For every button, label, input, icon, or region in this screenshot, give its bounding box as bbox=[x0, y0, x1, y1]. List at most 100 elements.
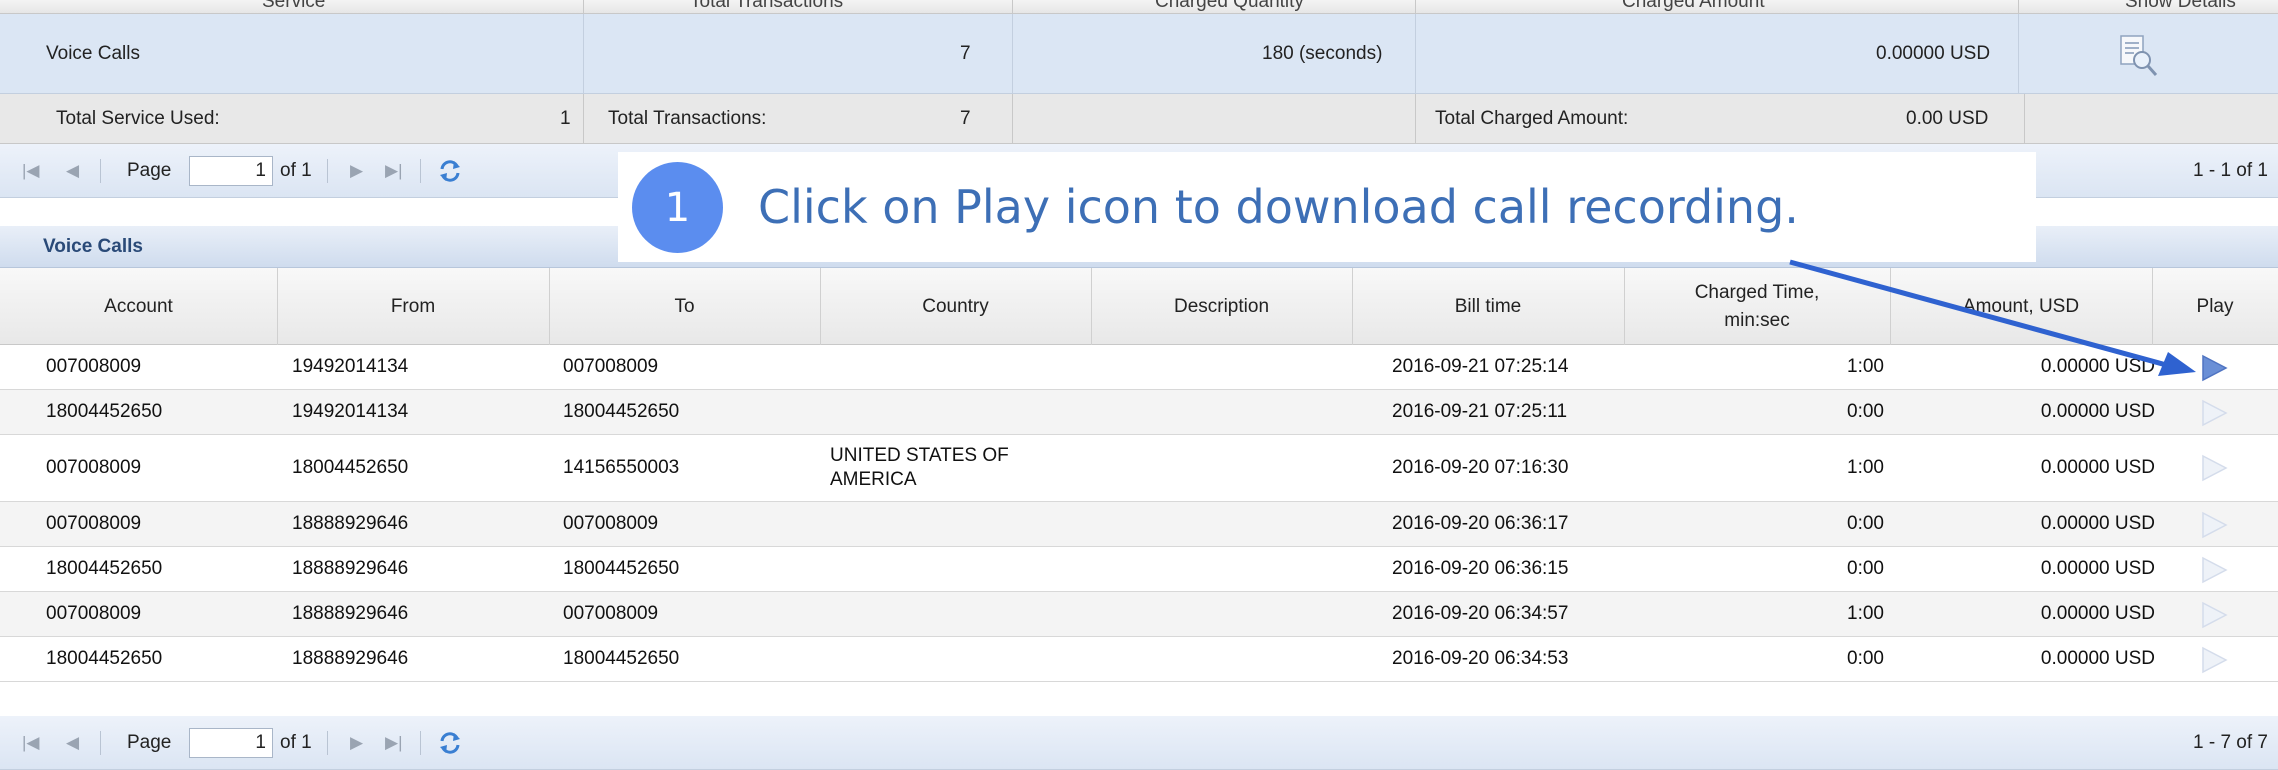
cell-bill-time: 2016-09-20 06:34:53 bbox=[1392, 648, 1569, 669]
cell-from: 19492014134 bbox=[292, 356, 409, 377]
table-row[interactable]: 18004452650 18888929646 18004452650 2016… bbox=[0, 637, 2278, 682]
total-service-used-value: 1 bbox=[560, 108, 571, 129]
cell-to: 007008009 bbox=[563, 513, 659, 534]
cell-account: 18004452650 bbox=[46, 648, 163, 669]
table-row[interactable]: 18004452650 19492014134 18004452650 2016… bbox=[0, 390, 2278, 435]
page-input[interactable]: 1 bbox=[189, 156, 273, 186]
next-page-icon[interactable]: ▶ bbox=[350, 716, 363, 770]
page-of-label: of 1 bbox=[280, 160, 312, 181]
total-service-used-label: Total Service Used: bbox=[56, 108, 220, 129]
col-description[interactable]: Description bbox=[1091, 268, 1352, 345]
pager-info: 1 - 7 of 7 bbox=[2193, 732, 2268, 753]
cell-country bbox=[830, 592, 1080, 636]
cell-to: 18004452650 bbox=[563, 648, 680, 669]
header-total-transactions: Total Transactions bbox=[690, 0, 844, 12]
cell-to: 18004452650 bbox=[563, 558, 680, 579]
col-charged-time[interactable]: Charged Time, min:sec bbox=[1624, 268, 1890, 345]
cell-from: 18004452650 bbox=[292, 457, 409, 478]
totals-row: Total Service Used: 1 Total Transactions… bbox=[0, 94, 2278, 144]
cell-bill-time: 2016-09-21 07:25:14 bbox=[1392, 356, 1569, 377]
header-charged-quantity: Charged Quantity bbox=[1155, 0, 1304, 12]
table-row[interactable]: 007008009 18004452650 14156550003 UNITED… bbox=[0, 435, 2278, 502]
table-row[interactable]: 007008009 18888929646 007008009 2016-09-… bbox=[0, 502, 2278, 547]
col-account[interactable]: Account bbox=[0, 268, 277, 345]
play-icon[interactable] bbox=[2200, 555, 2228, 585]
section-title: Voice Calls bbox=[43, 236, 143, 257]
refresh-icon[interactable] bbox=[436, 157, 464, 185]
cell-account: 007008009 bbox=[46, 603, 142, 624]
cell-amount: 0.00000 USD bbox=[2040, 558, 2155, 579]
cell-charged-time: 0:00 bbox=[1847, 513, 1884, 534]
cell-account: 007008009 bbox=[46, 513, 142, 534]
table-row[interactable]: 18004452650 18888929646 18004452650 2016… bbox=[0, 547, 2278, 592]
page-input[interactable]: 1 bbox=[189, 728, 273, 758]
pager-info: 1 - 1 of 1 bbox=[2193, 160, 2268, 181]
page-label: Page bbox=[127, 732, 172, 753]
cell-amount: 0.00000 USD bbox=[2040, 401, 2155, 422]
last-page-icon[interactable]: ▶| bbox=[385, 144, 403, 198]
first-page-icon[interactable]: |◀ bbox=[22, 144, 40, 198]
play-icon[interactable] bbox=[2200, 353, 2228, 383]
play-icon[interactable] bbox=[2200, 510, 2228, 540]
cell-bill-time: 2016-09-20 06:36:17 bbox=[1392, 513, 1569, 534]
cell-bill-time: 2016-09-21 07:25:11 bbox=[1392, 401, 1568, 422]
service-row: Voice Calls 7 180 (seconds) 0.00000 USD bbox=[0, 14, 2278, 94]
cell-account: 18004452650 bbox=[46, 401, 163, 422]
cell-charged-time: 1:00 bbox=[1847, 457, 1884, 478]
cell-charged-time: 1:00 bbox=[1847, 603, 1884, 624]
cell-amount: 0.00000 USD bbox=[2040, 603, 2155, 624]
callout-text: Click on Play icon to download call reco… bbox=[758, 180, 1799, 234]
service-charged-quantity: 180 (seconds) bbox=[1262, 43, 1383, 64]
play-icon[interactable] bbox=[2200, 645, 2228, 675]
cell-bill-time: 2016-09-20 07:16:30 bbox=[1392, 457, 1569, 478]
refresh-icon[interactable] bbox=[436, 729, 464, 757]
cell-charged-time: 1:00 bbox=[1847, 356, 1884, 377]
cell-account: 007008009 bbox=[46, 356, 142, 377]
play-icon[interactable] bbox=[2200, 453, 2228, 483]
col-to[interactable]: To bbox=[549, 268, 820, 345]
play-icon[interactable] bbox=[2200, 600, 2228, 630]
cell-from: 18888929646 bbox=[292, 513, 409, 534]
cell-charged-time: 0:00 bbox=[1847, 648, 1884, 669]
pager-bottom: |◀ ◀ Page 1 of 1 ▶ ▶| 1 - 7 of 7 bbox=[0, 716, 2278, 770]
cell-country bbox=[830, 345, 1080, 389]
cell-account: 18004452650 bbox=[46, 558, 163, 579]
cell-account: 007008009 bbox=[46, 457, 142, 478]
service-name: Voice Calls bbox=[46, 43, 140, 64]
prev-page-icon[interactable]: ◀ bbox=[66, 716, 79, 770]
table-row[interactable]: 007008009 19492014134 007008009 2016-09-… bbox=[0, 345, 2278, 390]
service-total-transactions: 7 bbox=[960, 43, 971, 64]
cell-amount: 0.00000 USD bbox=[2040, 457, 2155, 478]
cell-bill-time: 2016-09-20 06:36:15 bbox=[1392, 558, 1569, 579]
last-page-icon[interactable]: ▶| bbox=[385, 716, 403, 770]
prev-page-icon[interactable]: ◀ bbox=[66, 144, 79, 198]
cell-bill-time: 2016-09-20 06:34:57 bbox=[1392, 603, 1569, 624]
cell-amount: 0.00000 USD bbox=[2040, 648, 2155, 669]
cell-to: 18004452650 bbox=[563, 401, 680, 422]
callout-step-number: 1 bbox=[632, 162, 723, 253]
col-amount[interactable]: Amount, USD bbox=[1890, 268, 2152, 345]
view-details-icon[interactable] bbox=[2118, 34, 2160, 78]
first-page-icon[interactable]: |◀ bbox=[22, 716, 40, 770]
grid-header: Account From To Country Description Bill… bbox=[0, 268, 2278, 345]
cell-country bbox=[830, 547, 1080, 591]
cell-from: 18888929646 bbox=[292, 648, 409, 669]
cell-amount: 0.00000 USD bbox=[2040, 513, 2155, 534]
cell-to: 007008009 bbox=[563, 603, 659, 624]
total-charged-amount-value: 0.00 USD bbox=[1906, 108, 1989, 129]
page-of-label: of 1 bbox=[280, 732, 312, 753]
cell-country bbox=[830, 637, 1080, 681]
col-from[interactable]: From bbox=[277, 268, 549, 345]
col-country[interactable]: Country bbox=[820, 268, 1091, 345]
col-play: Play bbox=[2196, 295, 2234, 317]
cell-to: 007008009 bbox=[563, 356, 659, 377]
total-transactions-value: 7 bbox=[960, 108, 971, 129]
next-page-icon[interactable]: ▶ bbox=[350, 144, 363, 198]
summary-header: Service Total Transactions Charged Quant… bbox=[0, 0, 2278, 14]
play-icon[interactable] bbox=[2200, 398, 2228, 428]
cell-charged-time: 0:00 bbox=[1847, 401, 1884, 422]
table-row[interactable]: 007008009 18888929646 007008009 2016-09-… bbox=[0, 592, 2278, 637]
cell-to: 14156550003 bbox=[563, 457, 680, 478]
col-bill-time[interactable]: Bill time bbox=[1352, 268, 1624, 345]
header-charged-amount: Charged Amount bbox=[1622, 0, 1765, 12]
